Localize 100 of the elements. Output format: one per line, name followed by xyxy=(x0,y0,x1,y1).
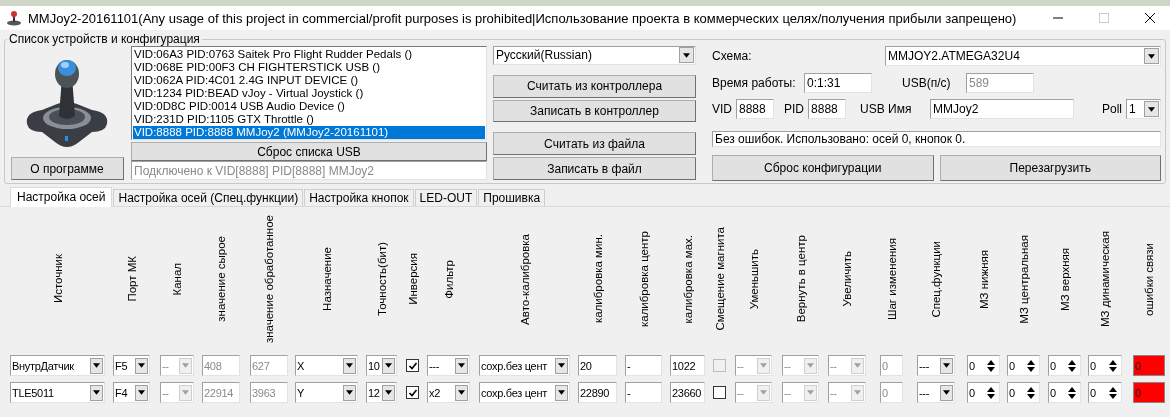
tab[interactable]: LED-OUT xyxy=(414,189,478,206)
action-button[interactable]: Считать из файла xyxy=(493,132,696,156)
dropdown[interactable]: X xyxy=(295,355,358,376)
config-button[interactable]: Перезагрузить xyxy=(939,155,1161,181)
dropdown[interactable]: F5 xyxy=(113,355,150,376)
spin-field[interactable]: 0 xyxy=(1088,355,1122,376)
poll-dropdown[interactable]: 1 xyxy=(1126,99,1161,119)
device-list-item[interactable]: VID:06A3 PID:0763 Saitek Pro Flight Rudder Pedals () xyxy=(133,48,485,61)
spin-field[interactable]: 0 xyxy=(967,382,1000,403)
caret-icon xyxy=(854,363,861,368)
caret-icon xyxy=(458,363,465,368)
input-field[interactable]: 1022 xyxy=(670,355,705,376)
column-header: МЗ центральная xyxy=(1017,234,1030,324)
column-header: значение сырое xyxy=(215,236,227,322)
tab[interactable]: Настройка осей (Спец.функции) xyxy=(113,189,304,206)
group-title: Список устройств и конфигурация xyxy=(8,32,201,46)
caret-icon xyxy=(943,390,950,395)
column-header: МЗ верхняя xyxy=(1058,247,1071,311)
dropdown: -- xyxy=(782,355,819,376)
action-button[interactable]: Записать в файл xyxy=(493,157,696,180)
caret-icon xyxy=(138,390,145,395)
caret-icon xyxy=(385,363,392,368)
dropdown[interactable]: сохр.без цент xyxy=(479,382,570,403)
tab[interactable]: Настройка кнопок xyxy=(304,189,414,206)
input-field[interactable]: 20 xyxy=(578,355,617,376)
dropdown[interactable]: 12 xyxy=(366,382,397,403)
dropdown: -- xyxy=(735,355,772,376)
caret-icon xyxy=(943,363,950,368)
caret-icon xyxy=(807,390,814,395)
about-button[interactable]: О программе xyxy=(10,157,124,180)
input-field: 3963 xyxy=(250,382,288,403)
caret-icon xyxy=(760,390,767,395)
caret-icon xyxy=(93,390,100,395)
dropdown[interactable]: x2 xyxy=(427,382,470,403)
spin-field[interactable]: 0 xyxy=(1007,355,1040,376)
input-field[interactable]: 22890 xyxy=(578,382,617,403)
input-field[interactable]: 23660 xyxy=(670,382,705,403)
caret-icon xyxy=(807,363,814,368)
spin-field[interactable]: 0 xyxy=(1088,382,1122,403)
dropdown[interactable]: ВнутрДатчик xyxy=(10,355,105,376)
tab[interactable]: Прошивка xyxy=(478,189,546,206)
action-button[interactable]: Записать в контроллер xyxy=(493,99,696,123)
poll-label: Poll xyxy=(1102,102,1122,116)
dropdown[interactable]: Y xyxy=(295,382,358,403)
close-icon[interactable] xyxy=(1144,12,1156,24)
tab[interactable]: Настройка осей xyxy=(10,187,113,207)
dropdown[interactable]: сохр.без цент xyxy=(479,355,570,376)
usb-name-field[interactable]: MMJoy2 xyxy=(930,99,1075,119)
column-header: Спец.функции xyxy=(930,240,942,318)
spin-arrows-icon xyxy=(1067,358,1077,373)
dropdown[interactable]: --- xyxy=(427,355,470,376)
language-dropdown[interactable]: Русский(Russian) xyxy=(493,46,696,65)
caret-icon xyxy=(346,390,353,395)
spin-field[interactable]: 0 xyxy=(1048,355,1081,376)
dropdown[interactable]: --- xyxy=(917,355,955,376)
device-list-item[interactable]: VID:0D8C PID:0014 USB Audio Device () xyxy=(133,100,485,113)
input-field[interactable]: - xyxy=(625,382,662,403)
caret-icon xyxy=(182,390,189,395)
spin-field[interactable]: 0 xyxy=(1007,382,1040,403)
column-header: Шаг изменения xyxy=(885,237,898,321)
device-list-item[interactable]: VID:1234 PID:BEAD vJoy - Virtual Joystick () xyxy=(133,87,485,100)
caret-icon xyxy=(346,363,353,368)
caret-icon xyxy=(1148,53,1155,59)
uptime-field[interactable]: 0:1:31 xyxy=(804,73,872,93)
caret-icon xyxy=(558,363,565,368)
pid-field[interactable]: 8888 xyxy=(808,99,847,119)
caret-icon xyxy=(558,390,565,395)
caret-icon xyxy=(854,390,861,395)
spin-field[interactable]: 0 xyxy=(1048,382,1081,403)
column-header: калибровка центр xyxy=(637,230,650,327)
device-list-item[interactable]: VID:062A PID:4C01 2.4G INPUT DEVICE () xyxy=(133,74,485,87)
scheme-dropdown[interactable]: MMJOY2.ATMEGA32U4 xyxy=(885,46,1161,66)
checkbox[interactable] xyxy=(406,386,419,399)
dropdown[interactable]: F4 xyxy=(113,382,150,403)
checkbox[interactable] xyxy=(713,386,726,399)
reset-usb-button[interactable]: Сброс списка USB xyxy=(131,142,487,161)
dropdown[interactable]: TLE5011 xyxy=(10,382,105,403)
spin-field[interactable]: 0 xyxy=(967,355,1000,376)
column-header: МЗ динамическая xyxy=(1099,231,1111,327)
dropdown: -- xyxy=(735,382,772,403)
caret-icon xyxy=(385,390,392,395)
action-button[interactable]: Считать из контроллера xyxy=(493,75,696,98)
scheme-label: Схема: xyxy=(712,49,752,63)
pid-label: PID xyxy=(784,102,805,116)
input-field[interactable]: - xyxy=(625,355,662,376)
input-field: 627 xyxy=(250,355,288,376)
caret-icon xyxy=(760,363,767,368)
dropdown[interactable]: 10 xyxy=(366,355,397,376)
checkbox[interactable] xyxy=(406,359,419,372)
dropdown[interactable]: --- xyxy=(917,382,955,403)
dropdown: -- xyxy=(828,382,866,403)
device-list-item[interactable]: VID:8888 PID:8888 MMJoy2 (MMJoy2-20161101) xyxy=(133,126,485,139)
caret-icon xyxy=(93,363,100,368)
column-header: Уменьшить xyxy=(747,248,760,310)
device-list-item[interactable]: VID:068E PID:00F3 CH FIGHTERSTICK USB () xyxy=(133,61,485,74)
config-button[interactable]: Сброс конфигурации xyxy=(712,155,934,181)
device-list-item[interactable]: VID:231D PID:1105 GTX Throttle () xyxy=(133,113,485,126)
column-header: калибровка мин. xyxy=(591,234,604,324)
vid-field[interactable]: 8888 xyxy=(736,99,774,119)
spin-arrows-icon xyxy=(1026,385,1036,400)
